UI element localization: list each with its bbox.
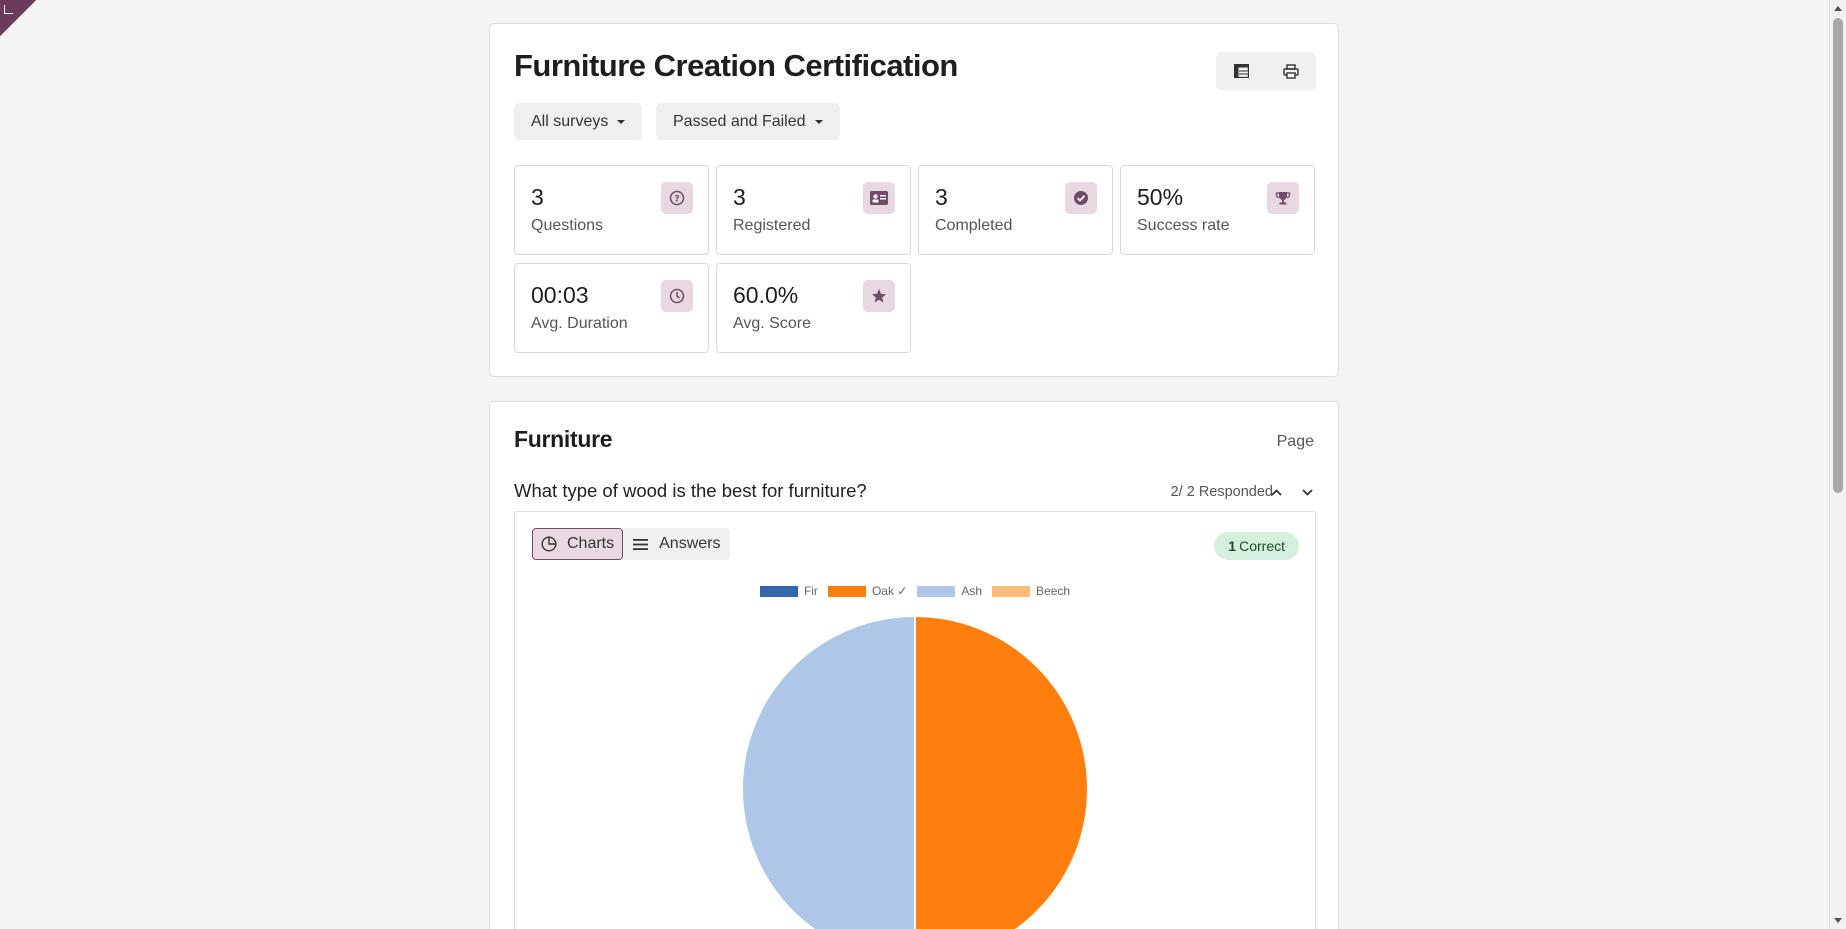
stat-value: 3	[733, 184, 746, 210]
legend-swatch	[917, 585, 956, 597]
scrollbar-thumb[interactable]	[1833, 18, 1843, 493]
question-results-panel: Charts Answers 1 Correct Fir Oak ✓ Ash Beec…	[514, 511, 1316, 929]
legend-label: Beech	[1036, 584, 1071, 598]
legend-item[interactable]: Beech	[992, 584, 1070, 598]
view-toolbar	[1216, 52, 1316, 90]
legend-item[interactable]: Ash	[917, 584, 982, 598]
stat-value: 50%	[1137, 184, 1184, 210]
stat-value: 3	[935, 184, 948, 210]
correct-count-badge: 1 Correct	[1214, 532, 1299, 560]
stat-label: Questions	[531, 217, 604, 234]
stat-value: 00:03	[531, 282, 589, 308]
survey-filter-label: All surveys	[531, 112, 609, 130]
stat-success-rate: 50% Success rate	[1120, 165, 1315, 255]
stat-avg-duration: 00:03 Avg. Duration	[514, 263, 709, 353]
tab-charts-label: Charts	[567, 535, 615, 552]
stat-value: 60.0%	[733, 282, 799, 308]
stat-label: Avg. Duration	[531, 315, 628, 332]
stat-label: Success rate	[1137, 217, 1230, 234]
page-scrollbar[interactable]	[1829, 0, 1846, 929]
stat-label: Registered	[733, 217, 811, 234]
result-filter-label: Passed and Failed	[673, 112, 806, 130]
result-filter-dropdown[interactable]: Passed and Failed	[656, 103, 840, 140]
question-title: What type of wood is the best for furnit…	[514, 480, 867, 501]
scroll-up-arrow-icon[interactable]	[1834, 6, 1842, 11]
star-icon	[863, 280, 895, 312]
stat-value: 3	[531, 184, 544, 210]
stat-questions: 3 Questions ?	[514, 165, 709, 255]
survey-filter-dropdown[interactable]: All surveys	[514, 103, 643, 140]
print-icon	[1283, 63, 1299, 79]
tab-charts[interactable]: Charts	[532, 528, 624, 560]
legend-label: Oak ✓	[871, 584, 908, 598]
pie-slice-2[interactable]	[741, 614, 916, 929]
expand-question-button[interactable]	[1297, 482, 1317, 502]
stat-avg-score: 60.0% Avg. Score	[716, 263, 911, 353]
print-button[interactable]	[1266, 52, 1316, 90]
svg-text:?: ?	[674, 195, 679, 205]
answers-pie-chart	[741, 614, 1089, 929]
responded-count: 2/ 2 Responded	[1170, 484, 1273, 500]
legend-item[interactable]: Fir	[759, 584, 818, 598]
list-view-button[interactable]	[1216, 52, 1266, 90]
debug-corner-tab[interactable]	[0, 0, 36, 36]
tab-answers-label: Answers	[659, 535, 721, 552]
legend-label: Fir	[803, 584, 818, 598]
chart-legend: Fir Oak ✓ Ash Beech	[515, 584, 1315, 598]
chevron-down-icon	[1301, 488, 1313, 496]
correct-label: Correct	[1239, 538, 1285, 554]
clock-icon	[661, 280, 693, 312]
legend-swatch	[759, 585, 798, 597]
survey-summary-card: Furniture Creation Certification All sur…	[489, 23, 1339, 377]
view-toggle: Charts Answers	[532, 528, 731, 560]
trophy-icon	[1267, 182, 1299, 214]
page-title: Furniture Creation Certification	[514, 48, 958, 83]
section-title: Furniture	[514, 426, 613, 452]
list-icon	[633, 538, 649, 551]
pie-slice-1[interactable]	[914, 614, 1089, 929]
id-card-icon	[863, 182, 895, 214]
question-circle-icon: ?	[661, 182, 693, 214]
pie-chart-icon	[541, 536, 557, 552]
check-circle-icon	[1065, 182, 1097, 214]
scroll-down-arrow-icon[interactable]	[1834, 918, 1842, 923]
legend-swatch	[827, 585, 866, 597]
chevron-up-icon	[1270, 488, 1282, 496]
correct-count: 1	[1228, 538, 1237, 554]
legend-item[interactable]: Oak ✓	[827, 584, 908, 598]
tab-answers[interactable]: Answers	[623, 528, 731, 560]
caret-down-icon	[814, 119, 823, 124]
stat-label: Completed	[935, 217, 1013, 234]
stat-label: Avg. Score	[733, 315, 811, 332]
legend-swatch	[992, 585, 1031, 597]
section-card: Furniture Page What type of wood is the …	[489, 401, 1339, 929]
table-list-icon	[1233, 64, 1249, 78]
collapse-question-button[interactable]	[1266, 482, 1286, 502]
stat-registered: 3 Registered	[716, 165, 911, 255]
legend-label: Ash	[961, 584, 983, 598]
stat-completed: 3 Completed	[918, 165, 1113, 255]
corner-mark-icon	[4, 5, 13, 14]
caret-down-icon	[617, 119, 626, 124]
page-label: Page	[1276, 433, 1314, 450]
